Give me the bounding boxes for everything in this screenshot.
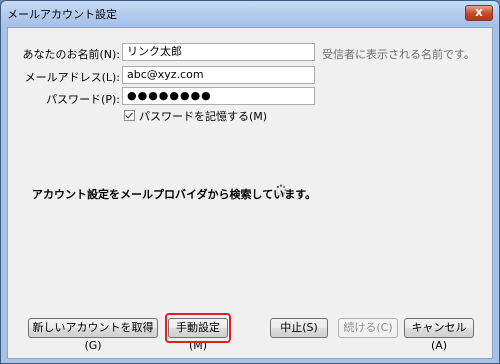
- name-field[interactable]: リンク太郎: [122, 43, 315, 61]
- cancel-button[interactable]: キャンセル(A): [404, 318, 474, 352]
- name-hint: 受信者に表示される名前です。: [322, 48, 475, 61]
- title-bar: メールアカウント設定 x: [1, 1, 499, 27]
- window-title: メールアカウント設定: [7, 8, 117, 21]
- stop-button[interactable]: 中止(S): [270, 318, 328, 338]
- email-label: メールアドレス(L):: [24, 71, 120, 84]
- manual-setup-highlight: [165, 313, 231, 343]
- loading-spinner-icon: [275, 184, 287, 196]
- password-label: パスワード(P):: [46, 93, 120, 106]
- account-setup-window: メールアカウント設定 x あなたのお名前(N): リンク太郎 受信者に表示される…: [0, 0, 500, 364]
- email-field[interactable]: abc@xyz.com: [122, 66, 315, 84]
- remember-password-label[interactable]: パスワードを記憶する(M): [139, 108, 267, 124]
- status-message: アカウント設定をメールプロバイダから検索しています。: [32, 188, 317, 201]
- close-icon: x: [475, 5, 483, 19]
- continue-button[interactable]: 続ける(C): [338, 318, 398, 338]
- password-field[interactable]: ●●●●●●●●: [122, 87, 315, 105]
- close-button[interactable]: x: [465, 5, 493, 21]
- dialog-body: あなたのお名前(N): リンク太郎 受信者に表示される名前です。 メールアドレス…: [7, 27, 493, 359]
- name-label: あなたのお名前(N):: [22, 48, 120, 61]
- get-new-account-button[interactable]: 新しいアカウントを取得(G): [28, 318, 158, 352]
- remember-password-checkbox[interactable]: [124, 110, 135, 121]
